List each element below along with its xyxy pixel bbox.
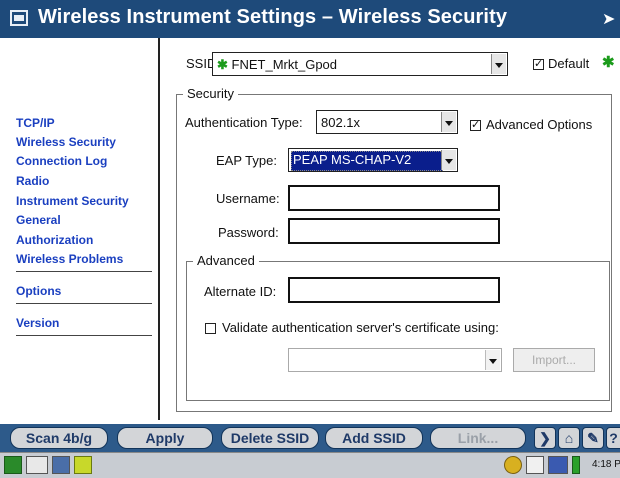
sidebar-item-version[interactable]: Version — [16, 316, 59, 330]
sidebar-item-general[interactable]: General — [16, 213, 61, 227]
sidebar-item-radio[interactable]: Radio — [16, 174, 49, 188]
window-icon[interactable] — [10, 10, 28, 26]
auth-type-label: Authentication Type: — [185, 115, 303, 130]
home-icon[interactable]: ⌂ — [558, 427, 580, 449]
advanced-options-label: Advanced Options — [486, 117, 593, 132]
link-button[interactable]: Link... — [430, 427, 526, 449]
main-panel: SSID: ✱ FNET_Mrkt_Gpod Default ✱ Securit… — [160, 38, 620, 420]
clipboard-icon[interactable] — [526, 456, 544, 474]
cursor-icon: ➤ — [602, 11, 616, 28]
back-icon[interactable]: ❯ — [534, 427, 556, 449]
title-bar: Wireless Instrument Settings – Wireless … — [0, 0, 620, 38]
chevron-down-icon[interactable] — [485, 350, 500, 370]
sidebar-item-authorization[interactable]: Authorization — [16, 233, 93, 247]
ssid-value: FNET_Mrkt_Gpod — [231, 57, 338, 72]
start-icon[interactable] — [4, 456, 22, 474]
auth-type-select[interactable]: 802.1x — [316, 110, 458, 134]
battery-icon — [572, 456, 580, 474]
eap-type-value: PEAP MS-CHAP-V2 — [293, 152, 412, 167]
sidebar-item-connection-log[interactable]: Connection Log — [16, 154, 107, 168]
alternate-id-label: Alternate ID: — [204, 284, 277, 299]
security-legend: Security — [183, 86, 238, 101]
eap-type-label: EAP Type: — [216, 153, 277, 168]
default-label: Default — [548, 56, 590, 71]
sidebar-item-tcpip[interactable]: TCP/IP — [16, 116, 55, 130]
apply-button[interactable]: Apply — [117, 427, 213, 449]
ssid-select[interactable]: ✱ FNET_Mrkt_Gpod — [212, 52, 508, 76]
taskbar: 4:18 P — [0, 452, 620, 478]
advanced-legend: Advanced — [193, 253, 259, 268]
window-icon[interactable] — [52, 456, 70, 474]
add-ssid-button[interactable]: Add SSID — [325, 427, 423, 449]
star-icon: ✱ — [217, 57, 228, 72]
default-checkbox[interactable] — [533, 57, 544, 70]
username-label: Username: — [216, 191, 280, 206]
auth-type-value: 802.1x — [321, 115, 361, 130]
sidebar-item-wireless-problems[interactable]: Wireless Problems — [16, 252, 123, 266]
scan-button[interactable]: Scan 4b/g — [10, 427, 108, 449]
network-status-icon[interactable] — [504, 456, 522, 474]
chevron-down-icon[interactable] — [441, 150, 456, 170]
sidebar: TCP/IP Wireless Security Connection Log … — [0, 38, 158, 420]
clock: 4:18 P — [592, 459, 620, 470]
star-icon: ✱ — [602, 54, 615, 71]
wrench-icon[interactable]: ✎ — [582, 427, 604, 449]
bottom-toolbar: Scan 4b/g Apply Delete SSID Add SSID Lin… — [0, 424, 620, 452]
sidebar-item-options[interactable]: Options — [16, 284, 61, 298]
sidebar-item-wireless-security[interactable]: Wireless Security — [16, 135, 116, 149]
validate-certificate-checkbox[interactable] — [205, 323, 216, 334]
keyboard-icon[interactable] — [26, 456, 48, 474]
password-field[interactable] — [288, 218, 500, 244]
window-title: Wireless Instrument Settings – Wireless … — [38, 6, 508, 28]
sidebar-divider — [16, 303, 152, 304]
advanced-options-checkbox[interactable] — [470, 118, 481, 131]
sidebar-divider — [16, 271, 152, 272]
import-button[interactable]: Import... — [513, 348, 595, 372]
validate-certificate-label: Validate authentication server's certifi… — [222, 320, 499, 335]
speaker-icon[interactable] — [548, 456, 568, 474]
eap-type-select[interactable]: PEAP MS-CHAP-V2 — [288, 148, 458, 172]
alternate-id-field[interactable] — [288, 277, 500, 303]
app-icon[interactable] — [74, 456, 92, 474]
help-icon[interactable]: ? — [606, 427, 620, 449]
chevron-down-icon[interactable] — [441, 112, 456, 132]
username-field[interactable] — [288, 185, 500, 211]
chevron-down-icon[interactable] — [491, 54, 506, 74]
password-label: Password: — [218, 225, 279, 240]
sidebar-divider — [16, 335, 152, 336]
delete-ssid-button[interactable]: Delete SSID — [221, 427, 319, 449]
certificate-select[interactable] — [288, 348, 502, 372]
sidebar-item-instrument-security[interactable]: Instrument Security — [16, 194, 129, 208]
